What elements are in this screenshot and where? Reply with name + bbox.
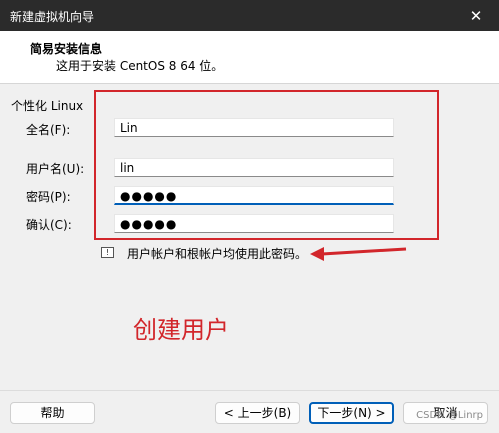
window-title: 新建虚拟机向导 xyxy=(10,10,95,24)
wizard-header: 简易安装信息 这用于安装 CentOS 8 64 位。 xyxy=(0,31,499,84)
username-label: 用户名(U): xyxy=(26,162,85,176)
annotation-arrow xyxy=(310,247,407,261)
close-icon[interactable]: ✕ xyxy=(453,0,499,31)
back-button[interactable]: < 上一步(B) xyxy=(215,402,300,424)
confirm-password-field[interactable]: ●●●●● xyxy=(114,214,394,233)
page-subtitle: 这用于安装 CentOS 8 64 位。 xyxy=(56,59,224,73)
next-button[interactable]: 下一步(N) > xyxy=(309,402,394,424)
password-label: 密码(P): xyxy=(26,190,71,204)
page-title: 简易安装信息 xyxy=(30,42,103,56)
username-value: lin xyxy=(120,161,135,175)
username-field[interactable]: lin xyxy=(114,158,394,177)
help-button[interactable]: 帮助 xyxy=(10,402,95,424)
confirm-label: 确认(C): xyxy=(26,218,72,232)
section-label: 个性化 Linux xyxy=(11,99,84,113)
title-bar: 新建虚拟机向导 ✕ xyxy=(0,0,499,31)
fullname-value: Lin xyxy=(120,121,138,135)
annotation-text: 创建用户 xyxy=(133,316,229,344)
fullname-field[interactable]: Lin xyxy=(114,118,394,137)
password-hint: 用户帐户和根帐户均使用此密码。 xyxy=(127,247,308,261)
password-field[interactable]: ●●●●● xyxy=(114,186,394,205)
fullname-label: 全名(F): xyxy=(26,123,71,137)
info-icon: ! xyxy=(101,247,114,258)
password-masked-value: ●●●●● xyxy=(120,189,178,203)
confirm-masked-value: ●●●●● xyxy=(120,217,178,231)
footer-divider xyxy=(0,390,499,391)
watermark: CSDN @Linrp xyxy=(416,410,483,421)
